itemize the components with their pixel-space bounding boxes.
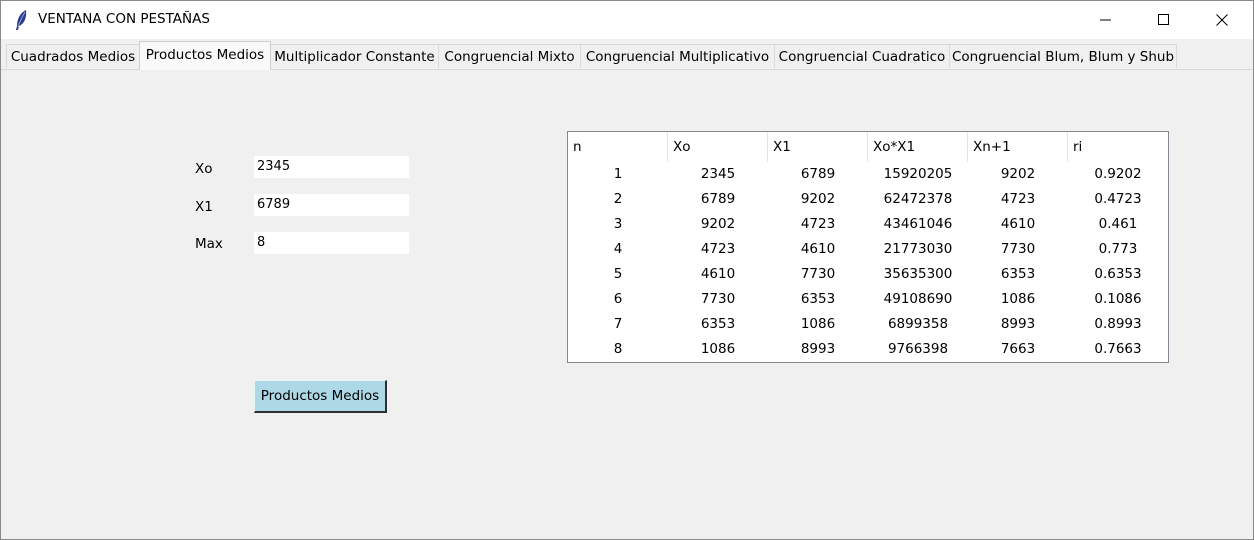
feather-icon: [13, 9, 31, 31]
table-cell: 7730: [800, 266, 836, 282]
table-cell: 9202: [700, 216, 736, 232]
table-cell: 8: [613, 341, 623, 357]
table-cell: 9202: [800, 191, 836, 207]
close-button[interactable]: [1193, 1, 1251, 39]
title-bar: VENTANA CON PESTAÑAS: [1, 1, 1253, 39]
tab-congruencial-mixto[interactable]: Congruencial Mixto: [438, 44, 581, 68]
table-cell: 2345: [700, 166, 736, 182]
table-cell: 7663: [1000, 341, 1036, 357]
column-header-product[interactable]: Xo*X1: [868, 132, 968, 162]
table-cell: 4610: [700, 266, 736, 282]
table-cell: 6899358: [887, 316, 949, 332]
table-cell: 2: [613, 191, 623, 207]
table-cell: 8993: [800, 341, 836, 357]
x1-label: X1: [195, 199, 213, 215]
column-header-ri[interactable]: ri: [1068, 132, 1168, 162]
minimize-button[interactable]: [1077, 1, 1135, 39]
table-cell: 9766398: [887, 341, 949, 357]
table-cell: 4: [613, 241, 623, 257]
table-cell: 15920205: [883, 166, 953, 182]
table-cell: 62472378: [883, 191, 953, 207]
table-header: n Xo X1 Xo*X1 Xn+1 ri: [568, 132, 1168, 162]
productos-medios-button[interactable]: Productos Medios: [254, 380, 387, 413]
table-cell: 8993: [1000, 316, 1036, 332]
table-cell: 4610: [800, 241, 836, 257]
table-cell: 1086: [800, 316, 836, 332]
close-icon: [1216, 14, 1228, 26]
table-cell: 0.4723: [1094, 191, 1142, 207]
tab-multiplicador-constante[interactable]: Multiplicador Constante: [270, 44, 439, 68]
minimize-icon: [1100, 19, 1111, 21]
table-cell: 4723: [1000, 191, 1036, 207]
table-cell: 1: [613, 166, 623, 182]
table-cell: 4723: [800, 216, 836, 232]
table-cell: 0.461: [1098, 216, 1138, 232]
table-row[interactable]: 4 4723 4610 21773030 7730 0.773: [568, 237, 1168, 262]
tab-congruencial-cuadratico[interactable]: Congruencial Cuadratico: [774, 44, 950, 68]
table-cell: 6789: [700, 191, 736, 207]
table-cell: 7730: [1000, 241, 1036, 257]
table-cell: 7730: [700, 291, 736, 307]
table-cell: 21773030: [883, 241, 953, 257]
x1-input[interactable]: 6789: [254, 194, 409, 216]
table-row[interactable]: 2 6789 9202 62472378 4723 0.4723: [568, 187, 1168, 212]
table-cell: 6353: [700, 316, 736, 332]
results-table[interactable]: n Xo X1 Xo*X1 Xn+1 ri 1 2345 6789 15920205 9…: [567, 131, 1169, 363]
tab-cuadrados-medios[interactable]: Cuadrados Medios: [6, 44, 140, 68]
table-cell: 7: [613, 316, 623, 332]
table-cell: 1086: [1000, 291, 1036, 307]
tab-congruencial-multiplicativo[interactable]: Congruencial Multiplicativo: [580, 44, 775, 68]
column-header-xo[interactable]: Xo: [668, 132, 768, 162]
table-cell: 0.8993: [1094, 316, 1142, 332]
table-cell: 4610: [1000, 216, 1036, 232]
app-window: VENTANA CON PESTAÑAS Cuadrados Medios Pr…: [0, 0, 1254, 540]
table-row[interactable]: 6 7730 6353 49108690 1086 0.1086: [568, 287, 1168, 312]
table-cell: 0.6353: [1094, 266, 1142, 282]
table-row[interactable]: 5 4610 7730 35635300 6353 0.6353: [568, 262, 1168, 287]
table-row[interactable]: 8 1086 8993 9766398 7663 0.7663: [568, 337, 1168, 362]
window-title: VENTANA CON PESTAÑAS: [38, 11, 210, 27]
maximize-button[interactable]: [1135, 1, 1193, 39]
max-label: Max: [195, 236, 223, 252]
table-cell: 0.773: [1098, 241, 1138, 257]
table-cell: 1086: [700, 341, 736, 357]
table-row[interactable]: 1 2345 6789 15920205 9202 0.9202: [568, 162, 1168, 187]
xo-label: Xo: [195, 161, 213, 177]
table-cell: 6353: [800, 291, 836, 307]
table-row[interactable]: 7 6353 1086 6899358 8993 0.8993: [568, 312, 1168, 337]
table-cell: 6: [613, 291, 623, 307]
column-header-x1[interactable]: X1: [768, 132, 868, 162]
table-cell: 49108690: [883, 291, 953, 307]
tab-productos-medios[interactable]: Productos Medios: [139, 41, 271, 70]
table-cell: 9202: [1000, 166, 1036, 182]
tab-bar: Cuadrados Medios Productos Medios Multip…: [1, 39, 1253, 70]
table-cell: 0.9202: [1094, 166, 1142, 182]
table-cell: 6353: [1000, 266, 1036, 282]
table-cell: 35635300: [883, 266, 953, 282]
table-cell: 5: [613, 266, 623, 282]
tab-congruencial-blum-blum-shub[interactable]: Congruencial Blum, Blum y Shub: [949, 44, 1177, 68]
table-row[interactable]: 3 9202 4723 43461046 4610 0.461: [568, 212, 1168, 237]
xo-input[interactable]: 2345: [254, 156, 409, 178]
table-cell: 6789: [800, 166, 836, 182]
column-header-n[interactable]: n: [568, 132, 668, 162]
maximize-icon: [1158, 14, 1169, 25]
table-cell: 0.1086: [1094, 291, 1142, 307]
table-cell: 0.7663: [1094, 341, 1142, 357]
table-cell: 3: [613, 216, 623, 232]
table-cell: 4723: [700, 241, 736, 257]
max-input[interactable]: 8: [254, 232, 409, 254]
column-header-xn1[interactable]: Xn+1: [968, 132, 1068, 162]
table-cell: 43461046: [883, 216, 953, 232]
